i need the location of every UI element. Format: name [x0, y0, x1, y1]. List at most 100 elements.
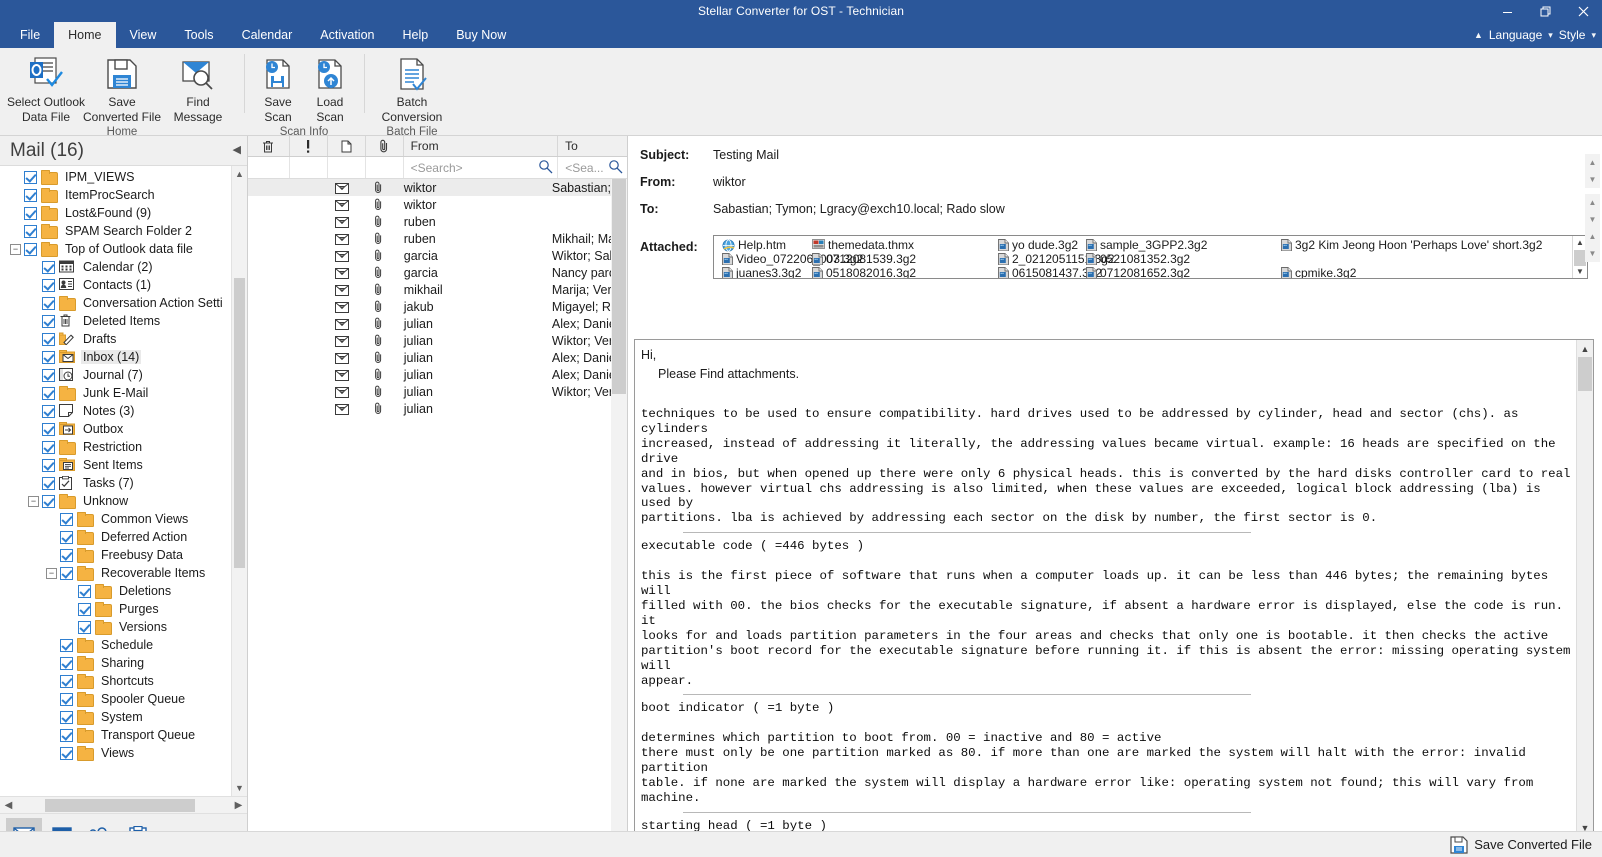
folder-tree-item[interactable]: Deferred Action [0, 528, 231, 546]
table-row[interactable]: garcia Nancy paro [248, 264, 611, 281]
body-scroll-up-icon[interactable]: ▲ [1577, 340, 1593, 357]
folder-checkbox[interactable] [60, 746, 73, 760]
folder-checkbox[interactable] [24, 170, 37, 184]
folder-tree-item[interactable]: Views [0, 744, 231, 762]
folder-tree-item[interactable]: Schedule [0, 636, 231, 654]
folder-checkbox[interactable] [42, 260, 55, 274]
folder-checkbox[interactable] [78, 602, 91, 616]
folder-checkbox[interactable] [42, 332, 55, 346]
attachment-item[interactable]: 0712081539.3g2 [812, 252, 916, 266]
attachments-box[interactable]: Help.htm themedata.thmx yo dude.3g2 sample_… [713, 235, 1588, 279]
folder-tree-item[interactable]: Common Views [0, 510, 231, 528]
tab-file[interactable]: File [6, 22, 54, 48]
tab-buy-now[interactable]: Buy Now [442, 22, 520, 48]
folder-checkbox[interactable] [42, 458, 55, 472]
from-search-cell[interactable] [403, 157, 559, 178]
folder-checkbox[interactable] [60, 638, 73, 652]
chevron-down-icon-language[interactable]: ▾ [1548, 30, 1553, 41]
hscroll-right-icon[interactable]: ▶ [230, 800, 247, 811]
folder-tree-item[interactable]: SPAM Search Folder 2 [0, 222, 231, 240]
folder-checkbox[interactable] [60, 692, 73, 706]
header-spinner-down-1[interactable]: ▼ [1585, 171, 1600, 188]
tab-help[interactable]: Help [389, 22, 443, 48]
header-spinner-up-1[interactable]: ▲ [1585, 154, 1600, 171]
folder-tree-item[interactable]: Freebusy Data [0, 546, 231, 564]
folder-checkbox[interactable] [42, 440, 55, 454]
attachment-item[interactable]: Help.htm [722, 238, 786, 252]
table-row[interactable]: wiktor [248, 196, 611, 213]
save-scan-button[interactable]: Save Scan [252, 52, 304, 126]
folder-checkbox[interactable] [78, 584, 91, 598]
folder-tree-item[interactable]: Calendar (2) [0, 258, 231, 276]
folder-tree-item[interactable]: Purges [0, 600, 231, 618]
folder-checkbox[interactable] [60, 566, 73, 580]
folder-tree-item[interactable]: Journal (7) [0, 366, 231, 384]
tab-home[interactable]: Home [54, 22, 116, 48]
load-scan-button[interactable]: Load Scan [304, 52, 356, 126]
tab-calendar[interactable]: Calendar [228, 22, 307, 48]
folder-tree-item[interactable]: IPM_VIEWS [0, 168, 231, 186]
message-list-scrollbar[interactable] [611, 179, 627, 838]
folder-checkbox[interactable] [60, 548, 73, 562]
folder-checkbox[interactable] [78, 620, 91, 634]
folder-checkbox[interactable] [24, 188, 37, 202]
attachment-item[interactable]: 0521081352.3g2 [1086, 252, 1190, 266]
folder-checkbox[interactable] [60, 512, 73, 526]
table-row[interactable]: garcia Wiktor; Sab [248, 247, 611, 264]
folder-tree-item[interactable]: Contacts (1) [0, 276, 231, 294]
folder-tree-item[interactable]: Conversation Action Setti [0, 294, 231, 312]
table-row[interactable]: jakub Migayel; Ru [248, 298, 611, 315]
folder-checkbox[interactable] [42, 404, 55, 418]
folder-tree-item[interactable]: − Recoverable Items [0, 564, 231, 582]
folder-tree-item[interactable]: Inbox (14) [0, 348, 231, 366]
floppy-save-icon[interactable] [1450, 835, 1468, 854]
folder-tree-item[interactable]: Tasks (7) [0, 474, 231, 492]
attachment-column-header[interactable] [366, 136, 404, 156]
table-row[interactable]: julian Alex; Daniel [248, 349, 611, 366]
message-scroll-thumb[interactable] [612, 179, 626, 394]
expander-minus-icon[interactable]: − [10, 243, 21, 255]
folder-tree-item[interactable]: Deletions [0, 582, 231, 600]
collapse-left-icon[interactable]: ◀ [233, 143, 241, 156]
body-scroll-thumb[interactable] [1578, 357, 1592, 391]
delete-column-header[interactable] [248, 136, 290, 156]
folder-checkbox[interactable] [24, 206, 37, 220]
folder-checkbox[interactable] [42, 494, 55, 508]
folder-tree-scrollbar[interactable]: ▲ ▼ [231, 166, 247, 796]
folder-checkbox[interactable] [24, 224, 37, 238]
scroll-up-icon[interactable]: ▲ [232, 166, 247, 182]
folder-tree-item[interactable]: − Unknow [0, 492, 231, 510]
folder-tree-item[interactable]: Notes (3) [0, 402, 231, 420]
attachment-item[interactable]: 0518082016.3g2 [812, 266, 916, 278]
folder-tree-item[interactable]: Sent Items [0, 456, 231, 474]
folder-tree-item[interactable]: − Top of Outlook data file [0, 240, 231, 258]
hscroll-left-icon[interactable]: ◀ [0, 800, 17, 811]
batch-conversion-button[interactable]: Batch Conversion [372, 52, 452, 126]
expander-minus-icon[interactable]: − [28, 495, 39, 507]
folder-checkbox[interactable] [60, 656, 73, 670]
attachment-item[interactable]: sample_3GPP2.3g2 [1086, 238, 1207, 252]
attachment-item[interactable]: cpmike.3g2 [1281, 266, 1356, 278]
folder-checkbox[interactable] [42, 368, 55, 382]
language-menu[interactable]: Language [1487, 28, 1544, 42]
find-message-button[interactable]: Find Message [160, 52, 236, 126]
folder-checkbox[interactable] [60, 710, 73, 724]
table-row[interactable]: julian Wiktor; Vero [248, 383, 611, 400]
select-outlook-data-file-button[interactable]: Select Outlook Data File [7, 52, 85, 126]
folder-checkbox[interactable] [60, 674, 73, 688]
folder-tree-item[interactable]: Junk E-Mail [0, 384, 231, 402]
minimize-icon[interactable] [1488, 0, 1526, 22]
attachment-item[interactable]: themedata.thmx [812, 238, 914, 252]
header-spinner-down-3[interactable]: ▼ [1585, 245, 1600, 262]
tab-activation[interactable]: Activation [306, 22, 388, 48]
table-row[interactable]: julian Alex; Daniel [248, 366, 611, 383]
folder-tree-item[interactable]: Shortcuts [0, 672, 231, 690]
table-row[interactable]: mikhail Marija; Vero [248, 281, 611, 298]
save-converted-file-button[interactable]: Save Converted File [83, 52, 161, 126]
folder-checkbox[interactable] [24, 242, 37, 256]
header-spinner-down-2[interactable]: ▼ [1585, 211, 1600, 228]
hscroll-thumb[interactable] [45, 798, 195, 812]
folder-tree-item[interactable]: Versions [0, 618, 231, 636]
from-column-header[interactable]: From [404, 136, 559, 156]
close-icon[interactable] [1564, 0, 1602, 22]
